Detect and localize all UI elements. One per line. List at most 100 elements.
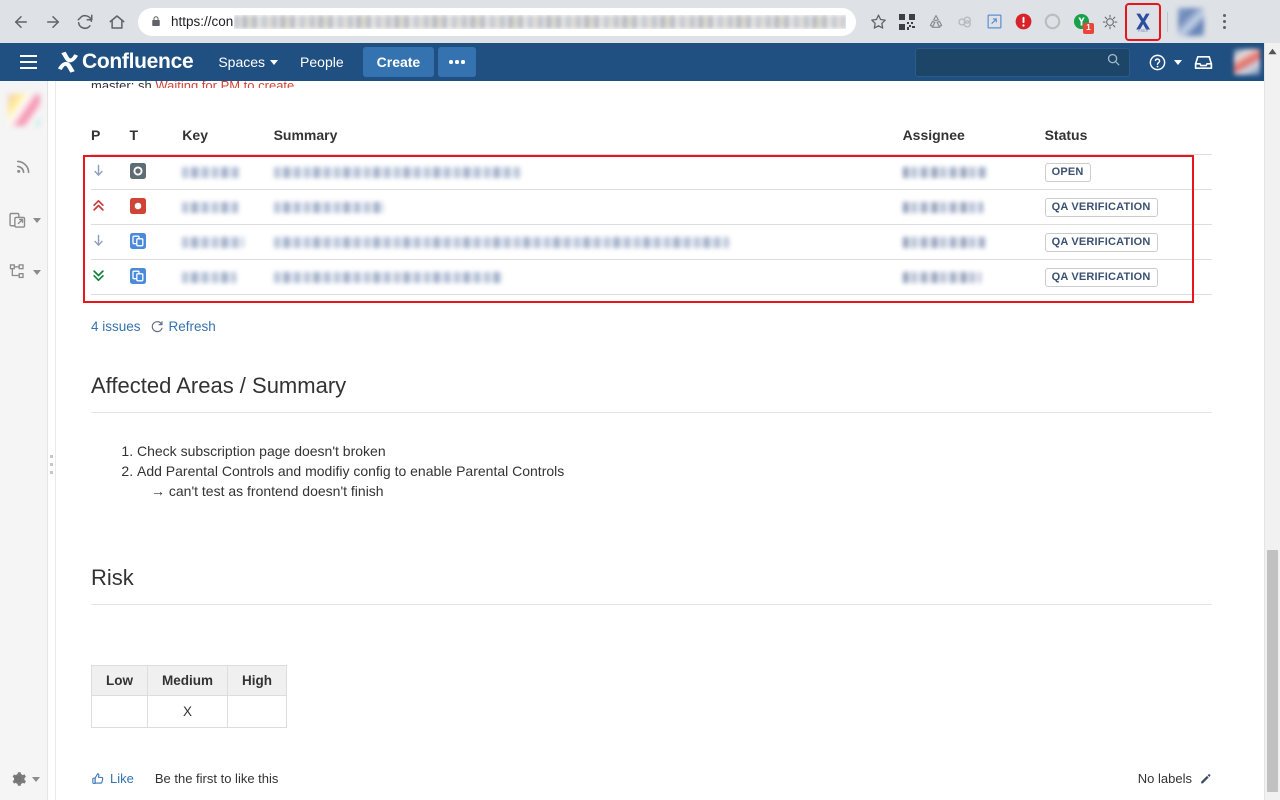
thumbs-up-icon: [92, 772, 104, 784]
cell-summary[interactable]: [273, 189, 903, 225]
column-header-assignee[interactable]: Assignee: [903, 127, 1045, 155]
chain-links-icon[interactable]: [951, 8, 979, 36]
confluence-mark-icon: [58, 51, 78, 73]
inbox-tray-icon[interactable]: [1186, 45, 1220, 79]
column-header-type[interactable]: T: [130, 127, 183, 155]
star-icon[interactable]: [864, 8, 892, 36]
alert-octagon-icon[interactable]: [1009, 8, 1037, 36]
column-header-priority[interactable]: P: [91, 127, 130, 155]
issue-count-link[interactable]: 4 issues: [91, 319, 141, 334]
sidebar-handle-dots[interactable]: [50, 455, 53, 474]
hamburger-menu-icon[interactable]: [8, 43, 48, 81]
labels-text: No labels: [1137, 771, 1192, 786]
help-circle-icon[interactable]: [1140, 45, 1174, 79]
profile-avatar[interactable]: [1178, 7, 1204, 36]
nav-people-label: People: [300, 54, 344, 70]
qr-code-icon[interactable]: [893, 8, 921, 36]
three-dot-menu-icon[interactable]: [1211, 8, 1237, 36]
page-tree-icon[interactable]: [0, 255, 48, 289]
redacted-issue-key: [182, 167, 241, 179]
risk-cell-high: [227, 695, 288, 728]
labels-area[interactable]: No labels: [1138, 771, 1212, 786]
cell-key[interactable]: [182, 189, 274, 225]
table-row: X: [91, 695, 288, 728]
chevron-down-icon: [33, 217, 41, 223]
address-bar[interactable]: https://con: [138, 7, 856, 36]
search-icon[interactable]: [1106, 52, 1121, 72]
affected-areas-list: Check subscription page doesn't broken A…: [91, 441, 564, 501]
risk-column-high: High: [227, 665, 288, 696]
browser-toolbar-icons: 1 Patch: [864, 2, 1241, 41]
create-button[interactable]: Create: [362, 47, 435, 77]
confluence-logo-text: Confluence: [82, 50, 194, 73]
x-patch-extension-icon[interactable]: Patch: [1125, 2, 1161, 41]
forward-icon[interactable]: [38, 7, 68, 37]
cell-status: QA VERIFICATION: [1044, 224, 1212, 260]
space-settings-button[interactable]: [0, 764, 48, 794]
page-footer: Like Be the first to like this No labels: [91, 771, 1212, 786]
issuetype-task-icon: [129, 162, 146, 179]
column-header-status[interactable]: Status: [1045, 127, 1212, 155]
like-note: Be the first to like this: [154, 771, 279, 786]
space-avatar[interactable]: [8, 94, 40, 126]
table-row[interactable]: QA VERIFICATION: [91, 259, 1212, 295]
circle-outline-icon[interactable]: [1038, 8, 1066, 36]
gear-icon: [12, 772, 26, 786]
jira-issues-footer: 4 issues Refresh: [91, 319, 216, 334]
nav-people[interactable]: People: [289, 46, 355, 78]
risk-cell-low: [91, 695, 148, 728]
column-header-summary[interactable]: Summary: [274, 127, 903, 155]
cell-summary[interactable]: [273, 224, 903, 260]
cell-summary[interactable]: [273, 154, 903, 190]
bug-gear-icon[interactable]: [1096, 8, 1124, 36]
lock-icon: [150, 15, 162, 28]
list-item: Add Parental Controls and modifiy config…: [137, 461, 564, 501]
refresh-button[interactable]: Refresh: [150, 319, 216, 334]
table-row[interactable]: QA VERIFICATION: [91, 189, 1212, 225]
redacted-issue-key: [182, 237, 245, 249]
list-item-subnote: → can't test as frontend doesn't finish: [151, 483, 384, 499]
export-copy-icon[interactable]: [0, 203, 48, 237]
sidebar-resize-handle[interactable]: [48, 81, 56, 800]
link-edit-icon[interactable]: [980, 8, 1008, 36]
cell-type: [129, 189, 183, 225]
redacted-issue-key: [182, 202, 239, 214]
status-badge: QA VERIFICATION: [1044, 232, 1158, 252]
back-icon[interactable]: [6, 7, 36, 37]
page-scrollbar[interactable]: [1264, 43, 1280, 800]
jira-issues-table: P T Key Summary Assignee Status OPEN QA …: [91, 127, 1212, 295]
risk-cell-medium: X: [146, 695, 229, 728]
scroll-up-arrow-icon[interactable]: [1265, 43, 1280, 60]
search-box[interactable]: [915, 47, 1130, 77]
cell-priority: [91, 189, 130, 225]
home-icon[interactable]: [102, 7, 132, 37]
cell-key[interactable]: [182, 154, 274, 190]
help-menu[interactable]: [1136, 45, 1182, 79]
yandex-y-icon[interactable]: 1: [1067, 8, 1095, 36]
priority-minor-down-arrow-icon: [94, 164, 103, 176]
priority-blocker-double-up-icon: [93, 199, 104, 211]
like-button[interactable]: Like: [91, 771, 134, 786]
recycle-icon[interactable]: [922, 8, 950, 36]
cell-summary[interactable]: [273, 259, 903, 295]
rss-feed-icon[interactable]: [0, 149, 48, 183]
search-input[interactable]: [924, 53, 1106, 71]
confluence-logo[interactable]: Confluence: [56, 50, 194, 74]
scrollbar-thumb[interactable]: [1267, 550, 1278, 792]
risk-table-header: Low Medium High: [91, 665, 288, 696]
svg-text:Patch: Patch: [1138, 28, 1149, 33]
table-row[interactable]: QA VERIFICATION: [91, 224, 1212, 260]
header-right-group: [915, 45, 1280, 79]
column-header-key[interactable]: Key: [182, 127, 273, 155]
pencil-icon[interactable]: [1199, 772, 1212, 785]
table-row[interactable]: OPEN: [91, 154, 1212, 190]
more-options-icon[interactable]: [438, 47, 476, 77]
cell-key[interactable]: [182, 224, 274, 260]
cell-key[interactable]: [182, 259, 274, 295]
redacted-assignee: [902, 202, 983, 214]
reload-icon[interactable]: [70, 7, 100, 37]
redacted-assignee: [902, 167, 987, 179]
nav-spaces[interactable]: Spaces: [207, 46, 289, 78]
cell-assignee: [902, 224, 1045, 260]
user-avatar[interactable]: [1234, 49, 1260, 75]
